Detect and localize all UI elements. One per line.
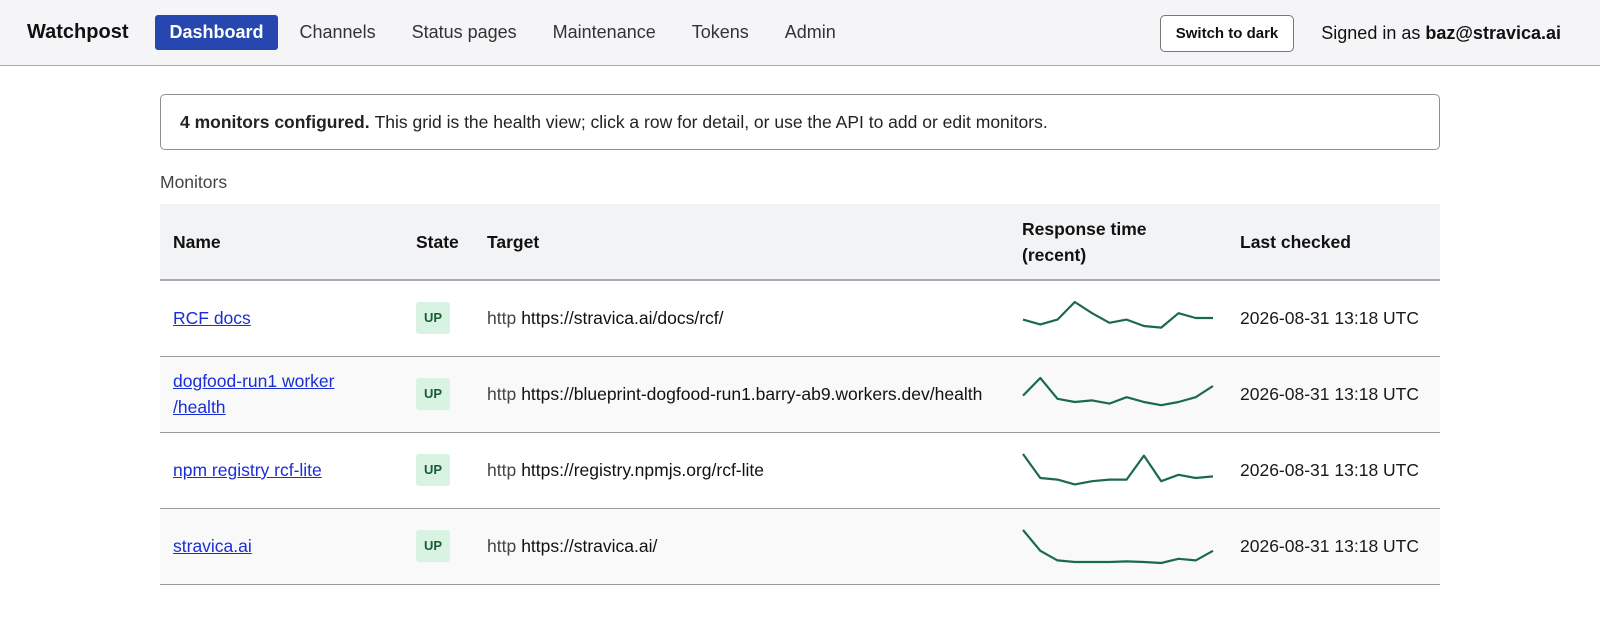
- cell-state: UP: [403, 508, 474, 584]
- cell-target: http https://stravica.ai/docs/rcf/: [474, 280, 1009, 356]
- nav-admin[interactable]: Admin: [771, 15, 850, 50]
- notice-bold: 4 monitors configured.: [180, 111, 370, 132]
- target-protocol: http: [487, 460, 517, 480]
- cell-name: dogfood-run1 worker /health: [160, 356, 403, 432]
- sparkline-line: [1022, 529, 1214, 565]
- nav-status-pages[interactable]: Status pages: [398, 15, 531, 50]
- status-badge: UP: [416, 530, 451, 562]
- cell-state: UP: [403, 280, 474, 356]
- cell-response-time: [1009, 432, 1227, 508]
- table-row[interactable]: stravica.ai UP http https://stravica.ai/202…: [160, 508, 1440, 584]
- header-last-checked: Last checked: [1227, 204, 1440, 281]
- sparkline-line: [1022, 376, 1214, 407]
- info-notice: 4 monitors configured. This grid is the …: [160, 94, 1440, 150]
- user-area: Switch to dark Signed in as baz@stravica…: [1159, 0, 1561, 66]
- header-state: State: [403, 204, 474, 281]
- cell-last-checked: 2026-08-31 13:18 UTC: [1227, 508, 1440, 584]
- cell-target: http https://stravica.ai/: [474, 508, 1009, 584]
- sparkline-line: [1022, 301, 1213, 329]
- cell-name: npm registry rcf-lite: [160, 432, 403, 508]
- target-protocol: http: [487, 536, 517, 556]
- section-label: Monitors: [160, 172, 228, 192]
- table-row[interactable]: npm registry rcf-lite UP http https://regis…: [160, 432, 1440, 508]
- last-checked-time: 2026-08-31 13:18 UTC: [1240, 460, 1419, 480]
- cell-response-time: [1009, 280, 1227, 356]
- cell-response-time: [1009, 356, 1227, 432]
- target-protocol: http: [487, 308, 517, 329]
- response-sparkline: [1022, 453, 1214, 486]
- target-url: https://stravica.ai/: [521, 536, 658, 556]
- cell-name: stravica.ai: [160, 508, 403, 584]
- target-protocol: http: [487, 384, 517, 404]
- notice-text: This grid is the health view; click a ro…: [374, 111, 1048, 132]
- status-badge: UP: [416, 302, 451, 335]
- monitor-name-link[interactable]: dogfood-run1 worker /health: [173, 371, 334, 417]
- response-sparkline: [1022, 301, 1213, 329]
- last-checked-time: 2026-08-31 13:18 UTC: [1240, 384, 1419, 404]
- header-response-time: Response time (recent): [1009, 204, 1227, 281]
- signed-in-prefix: Signed in as: [1321, 22, 1421, 43]
- signed-in-status: Signed in as baz@stravica.ai: [1321, 23, 1561, 44]
- nav-tokens[interactable]: Tokens: [678, 15, 763, 50]
- monitor-name-link[interactable]: stravica.ai: [173, 536, 252, 556]
- cell-last-checked: 2026-08-31 13:18 UTC: [1227, 432, 1440, 508]
- monitor-name-link[interactable]: RCF docs: [173, 308, 251, 328]
- nav-dashboard[interactable]: Dashboard: [155, 15, 278, 50]
- table-row[interactable]: dogfood-run1 worker /health UP http https:/…: [160, 356, 1440, 432]
- nav-maintenance[interactable]: Maintenance: [539, 15, 670, 50]
- signed-in-user: baz@stravica.ai: [1425, 22, 1561, 43]
- cell-state: UP: [403, 356, 474, 432]
- last-checked-time: 2026-08-31 13:18 UTC: [1240, 536, 1419, 556]
- top-nav-bar: Watchpost Dashboard Channels Status page…: [0, 0, 1600, 66]
- monitor-name-link[interactable]: npm registry rcf-lite: [173, 460, 322, 480]
- switch-theme-button[interactable]: Switch to dark: [1159, 14, 1295, 52]
- last-checked-time: 2026-08-31 13:18 UTC: [1240, 308, 1419, 329]
- table-row[interactable]: RCF docs UP http https://stravica.ai/docs/r…: [160, 280, 1440, 356]
- target-url: https://stravica.ai/docs/rcf/: [521, 308, 724, 329]
- response-sparkline: [1022, 529, 1214, 565]
- header-target: Target: [474, 204, 1009, 281]
- cell-response-time: [1009, 508, 1227, 584]
- target-url: https://registry.npmjs.org/rcf-lite: [521, 460, 764, 480]
- nav-channels[interactable]: Channels: [286, 15, 390, 50]
- main-content: 4 monitors configured. This grid is the …: [160, 94, 1440, 585]
- sparkline-line: [1022, 453, 1214, 486]
- cell-last-checked: 2026-08-31 13:18 UTC: [1227, 356, 1440, 432]
- cell-target: http https://registry.npmjs.org/rcf-lite: [474, 432, 1009, 508]
- status-badge: UP: [416, 378, 451, 410]
- cell-target: http https://blueprint-dogfood-run1.barry…: [474, 356, 1009, 432]
- monitors-table: Name State Target Response time (recent)…: [160, 204, 1440, 585]
- cell-last-checked: 2026-08-31 13:18 UTC: [1227, 280, 1440, 356]
- cell-name: RCF docs: [160, 280, 403, 356]
- header-name: Name: [160, 204, 403, 281]
- brand-logo[interactable]: Watchpost: [27, 21, 128, 44]
- response-sparkline: [1022, 376, 1214, 407]
- table-header-row: Name State Target Response time (recent)…: [160, 204, 1440, 281]
- main-nav: Dashboard Channels Status pages Maintena…: [155, 15, 857, 50]
- status-badge: UP: [416, 454, 451, 486]
- cell-state: UP: [403, 432, 474, 508]
- target-url: https://blueprint-dogfood-run1.barry-ab9…: [521, 384, 983, 404]
